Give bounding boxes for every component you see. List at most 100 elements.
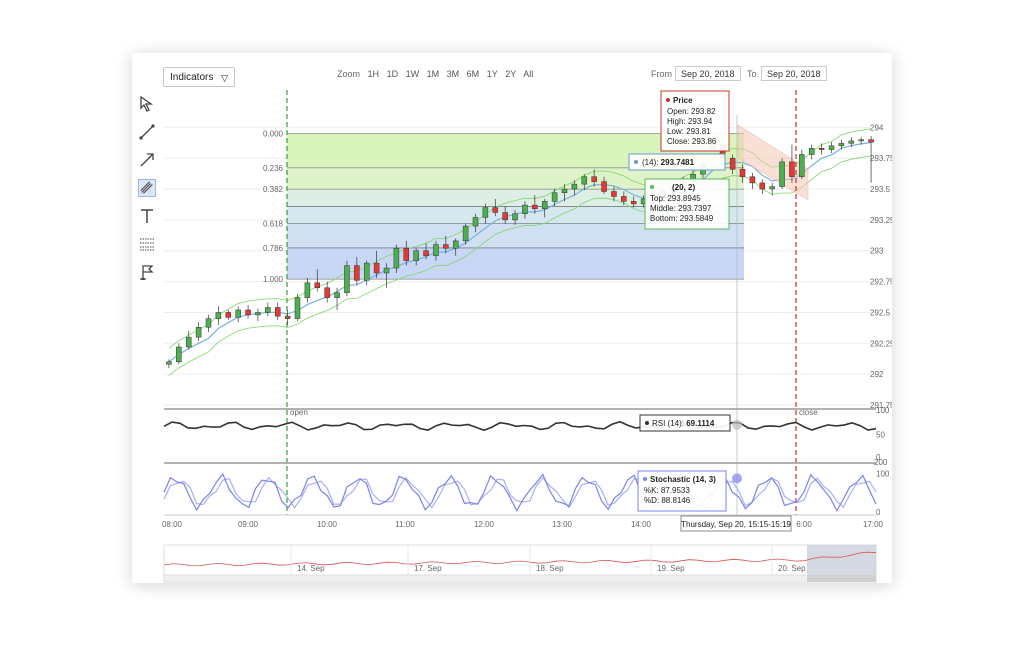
x-tick-label: 14:00 (631, 520, 652, 529)
stochastic-tooltip-dot (643, 477, 647, 481)
price-tooltip-line: Low: 293.81 (667, 127, 711, 136)
candle (779, 158, 785, 190)
y-tick-label: 293 (870, 247, 884, 256)
rsi-line (163, 420, 877, 432)
navigator-scrollbar (163, 574, 877, 583)
x-tick-label: 17:00 (863, 520, 884, 529)
bollinger-tooltip-line: Bottom: 293.5849 (650, 214, 714, 223)
candle-body (502, 212, 508, 221)
candle-body (363, 262, 370, 281)
navigator-label: 14. Sep (297, 564, 325, 573)
fib-level-label: 0.000 (263, 130, 284, 139)
candle-body (215, 312, 222, 319)
candle-body (462, 225, 469, 242)
candle (195, 322, 202, 341)
x-tick-label: 13:00 (552, 520, 573, 529)
y-tick-label: 293.5 (870, 185, 891, 194)
candle-body (611, 191, 617, 197)
navigator-scrollbar-thumb (807, 575, 876, 582)
candle-body (472, 217, 479, 227)
candle-body (304, 282, 311, 298)
candle-body (571, 183, 578, 190)
candle-body (334, 292, 340, 298)
candle-body (284, 315, 291, 319)
candle-body (492, 207, 499, 213)
candle-body (759, 182, 766, 190)
candle-body (789, 161, 795, 177)
chart-area: 291.75292292.25292.5292.75293293.25293.5… (162, 90, 892, 583)
sma-tooltip-label: (14): 293.7481 (642, 158, 695, 167)
candle-body (245, 309, 251, 316)
candle-body (601, 181, 607, 192)
stochastic-tooltip-line: %D: 88.8146 (644, 496, 691, 505)
candle-body (423, 250, 429, 256)
x-tick-label-partial: 6:00 (796, 520, 812, 529)
x-tick-label: 11:00 (395, 520, 415, 529)
navigator-label: 18. Sep (536, 564, 564, 573)
candle-body (235, 309, 241, 318)
candle-body (255, 312, 261, 316)
candle-body (344, 265, 350, 293)
candle-body (541, 201, 548, 210)
price-tooltip-line: Open: 293.82 (667, 107, 716, 116)
y-tick-label: 293.25 (870, 216, 892, 225)
candle-body (808, 148, 815, 155)
candle-body (176, 346, 182, 363)
x-tick-label: 12:00 (474, 520, 495, 529)
y-tick-label: 292 (870, 370, 884, 379)
candle-body (274, 307, 281, 317)
candle-body (848, 140, 855, 144)
stochastic-tick-label: 100 (876, 469, 890, 478)
candle (265, 302, 271, 317)
x-tick-label: 10:00 (317, 520, 338, 529)
time-tooltip-label: Thursday, Sep 20, 15:15-15:19 (681, 520, 791, 529)
candle-body (443, 244, 449, 249)
candle-body (522, 204, 528, 214)
bollinger-tooltip-dot (650, 185, 654, 189)
candle-body (265, 307, 271, 313)
candle (205, 314, 212, 333)
candle (235, 306, 241, 323)
candle-body (482, 207, 489, 218)
candle (176, 343, 182, 365)
candle (215, 306, 222, 325)
bollinger-tooltip-line: Middle: 293.7397 (650, 204, 712, 213)
fib-level-label: 0.618 (263, 220, 284, 229)
candle-body (818, 148, 825, 150)
sma-tooltip-value: 293.7481 (661, 158, 695, 167)
candle (759, 179, 766, 194)
candle-body (532, 204, 538, 210)
y-tick-label: 293.75 (870, 154, 892, 163)
candle-body (393, 248, 400, 269)
candle (225, 309, 232, 320)
candle (255, 308, 261, 322)
stochastic-hover-marker (732, 473, 742, 484)
price-tooltip-line: Close: 293.86 (667, 137, 717, 146)
candle (828, 142, 835, 154)
x-tick-label: 09:00 (238, 520, 259, 529)
price-tooltip-line: High: 293.94 (667, 117, 713, 126)
candle-body (749, 176, 756, 184)
candle-body (581, 176, 588, 185)
sma-tooltip-dot (634, 160, 638, 164)
stochastic-tick-label: 0 (876, 508, 881, 517)
candle (344, 260, 350, 297)
candle-body (799, 154, 805, 177)
candle-body (452, 240, 459, 249)
rsi-tooltip-dot (645, 421, 649, 425)
candle-body (294, 297, 301, 319)
candle-body (354, 265, 360, 281)
y-tick-label: 292.25 (870, 339, 892, 348)
rsi-tick-label: 50 (876, 431, 885, 440)
x-tick-label: 08:00 (162, 520, 183, 529)
candle (324, 281, 330, 303)
rsi-hover-marker (732, 419, 742, 430)
candle-body (433, 244, 439, 256)
candle-body (779, 161, 785, 187)
y-tick-label: 292.5 (870, 308, 891, 317)
fib-level-label: 0.786 (263, 244, 284, 253)
fib-level-label: 0.236 (263, 164, 284, 173)
navigator-label: 19. Sep (657, 564, 685, 573)
candle-body (314, 282, 321, 289)
candle (799, 149, 805, 180)
